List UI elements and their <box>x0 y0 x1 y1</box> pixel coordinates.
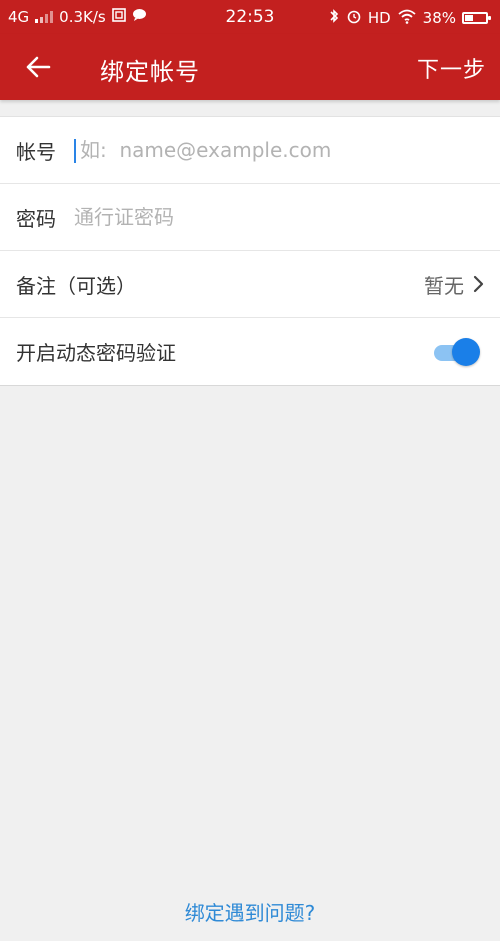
bind-help-link[interactable]: 绑定遇到问题? <box>0 897 500 926</box>
note-label: 备注（可选） <box>16 273 136 298</box>
back-button[interactable] <box>20 50 56 84</box>
otp-label: 开启动态密码验证 <box>16 341 176 365</box>
note-value: 暂无 <box>424 273 464 298</box>
hd-label: HD <box>367 9 391 27</box>
text-cursor <box>74 139 76 163</box>
password-label: 密码 <box>16 206 56 231</box>
note-row[interactable]: 备注（可选） 暂无 <box>0 251 500 318</box>
bind-account-form: 帐号 密码 备注（可选） 暂无 开启动态密码验证 <box>0 116 500 386</box>
otp-toggle[interactable] <box>434 338 480 366</box>
arrow-left-icon <box>26 56 51 78</box>
account-row: 帐号 <box>0 117 500 184</box>
account-label: 帐号 <box>16 139 56 164</box>
battery-percent: 38% <box>422 9 456 27</box>
app-bar: 绑定帐号 下一步 <box>0 34 500 100</box>
otp-row: 开启动态密码验证 <box>0 318 500 385</box>
wifi-icon <box>397 9 417 28</box>
alarm-icon <box>346 8 362 28</box>
chevron-right-icon <box>473 275 484 293</box>
bluetooth-icon <box>328 8 340 28</box>
account-input[interactable] <box>80 135 484 165</box>
password-input[interactable] <box>74 202 484 232</box>
status-right: HD 38% <box>328 8 491 28</box>
toggle-knob <box>452 338 480 366</box>
next-step-button[interactable]: 下一步 <box>417 52 486 84</box>
battery-icon <box>462 12 491 24</box>
status-bar: 4G 0.3K/s 22:53 HD 38% <box>0 0 500 34</box>
password-row: 密码 <box>0 184 500 251</box>
page-title: 绑定帐号 <box>100 58 200 86</box>
